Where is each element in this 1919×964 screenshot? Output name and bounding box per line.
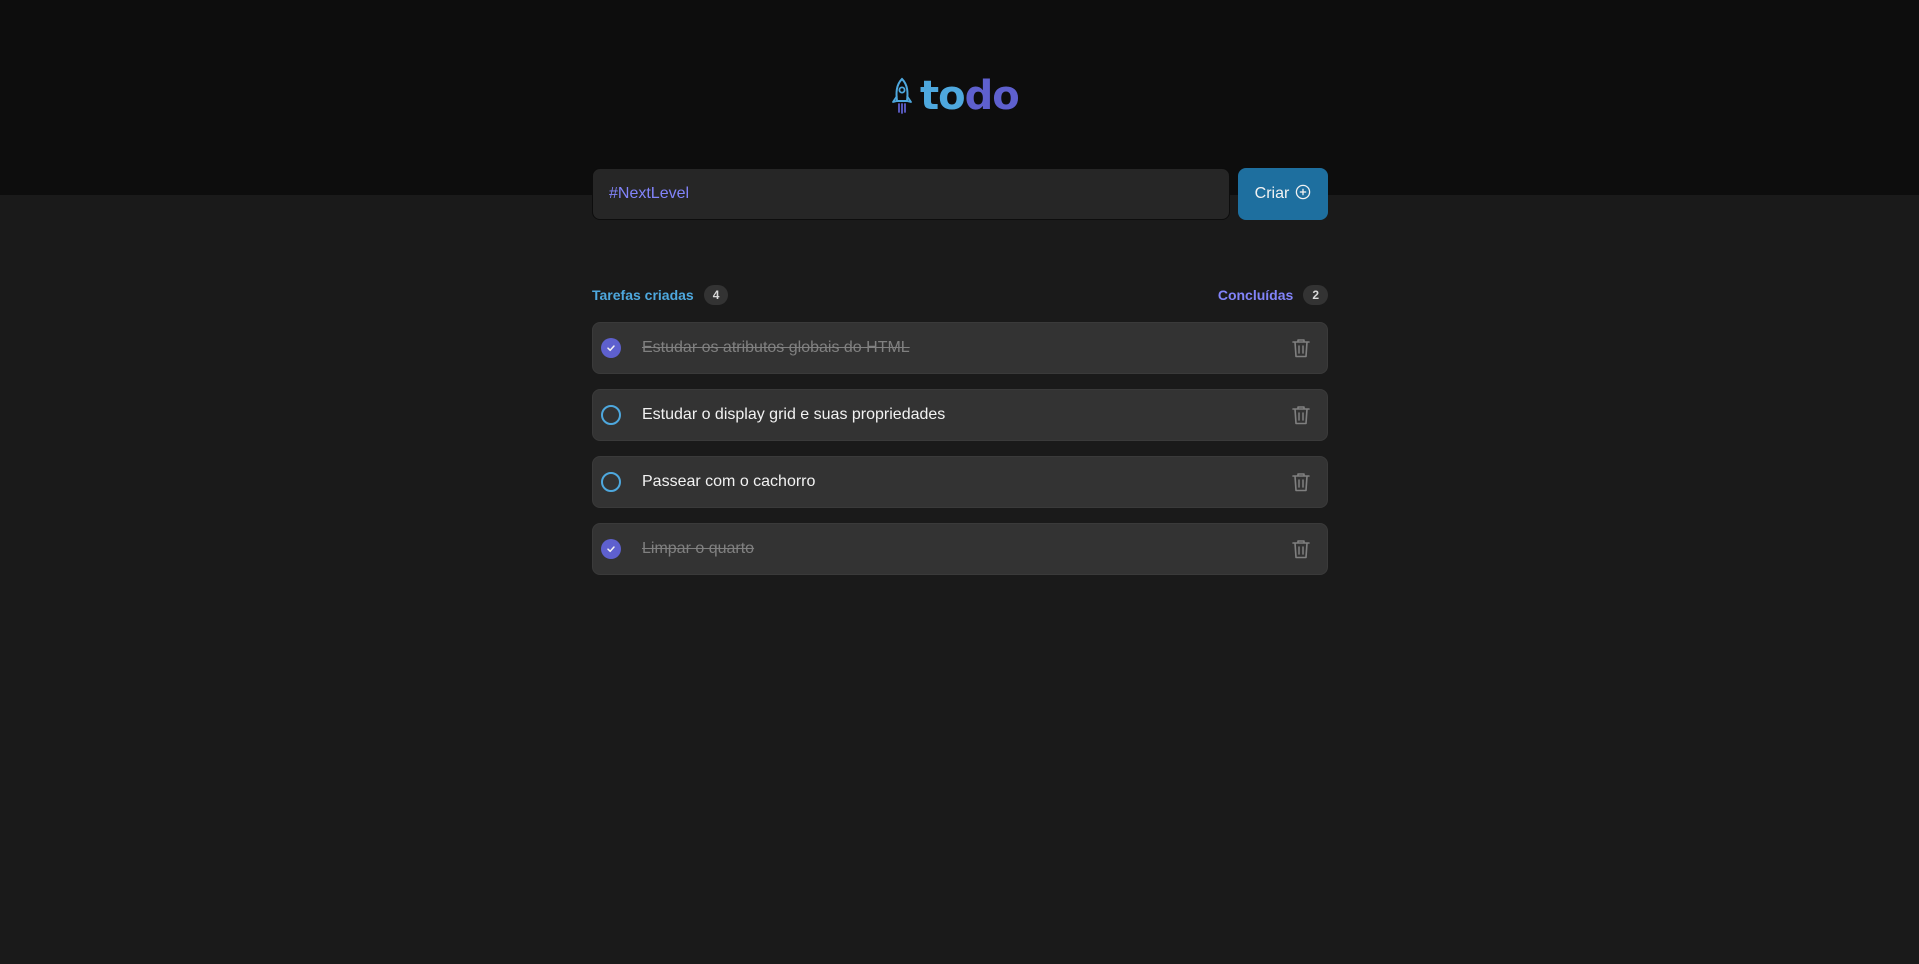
task-checkbox-checked[interactable] (601, 539, 621, 559)
logo-text-do: do (964, 73, 1020, 119)
task-checkbox[interactable] (601, 405, 621, 425)
task-item: Passear com o cachorro (592, 456, 1328, 508)
task-text: Estudar o display grid e suas propriedad… (642, 406, 946, 423)
task-checkbox[interactable] (601, 472, 621, 492)
task-counters: Tarefas criadas 4 Concluídas 2 (592, 285, 1328, 305)
created-count-badge: 4 (703, 285, 729, 305)
created-counter: Tarefas criadas 4 (592, 285, 729, 305)
task-text: Estudar os atributos globais do HTML (642, 339, 910, 356)
trash-icon[interactable] (1289, 403, 1313, 427)
trash-icon[interactable] (1289, 336, 1313, 360)
created-label: Tarefas criadas (592, 287, 694, 303)
task-item: Estudar os atributos globais do HTML (592, 322, 1328, 374)
done-count-badge: 2 (1303, 285, 1328, 305)
done-counter: Concluídas 2 (1218, 285, 1328, 305)
rocket-icon (890, 77, 914, 115)
create-task-button[interactable]: Criar (1238, 168, 1328, 220)
task-text: Limpar o quarto (642, 540, 755, 557)
task-list: Estudar os atributos globais do HTML Est… (592, 322, 1328, 575)
new-task-input[interactable] (592, 168, 1230, 220)
app-logo: todo (890, 73, 1020, 119)
new-task-form: Criar (592, 168, 1328, 220)
plus-circle-icon (1295, 184, 1311, 205)
trash-icon[interactable] (1289, 470, 1313, 494)
task-item: Limpar o quarto (592, 523, 1328, 575)
task-text: Passear com o cachorro (642, 473, 816, 490)
logo-text: todo (920, 73, 1020, 119)
task-item: Estudar o display grid e suas propriedad… (592, 389, 1328, 441)
trash-icon[interactable] (1289, 537, 1313, 561)
create-button-label: Criar (1254, 185, 1290, 202)
task-checkbox-checked[interactable] (601, 338, 621, 358)
done-label: Concluídas (1217, 287, 1294, 303)
logo-text-to: to (920, 73, 966, 119)
